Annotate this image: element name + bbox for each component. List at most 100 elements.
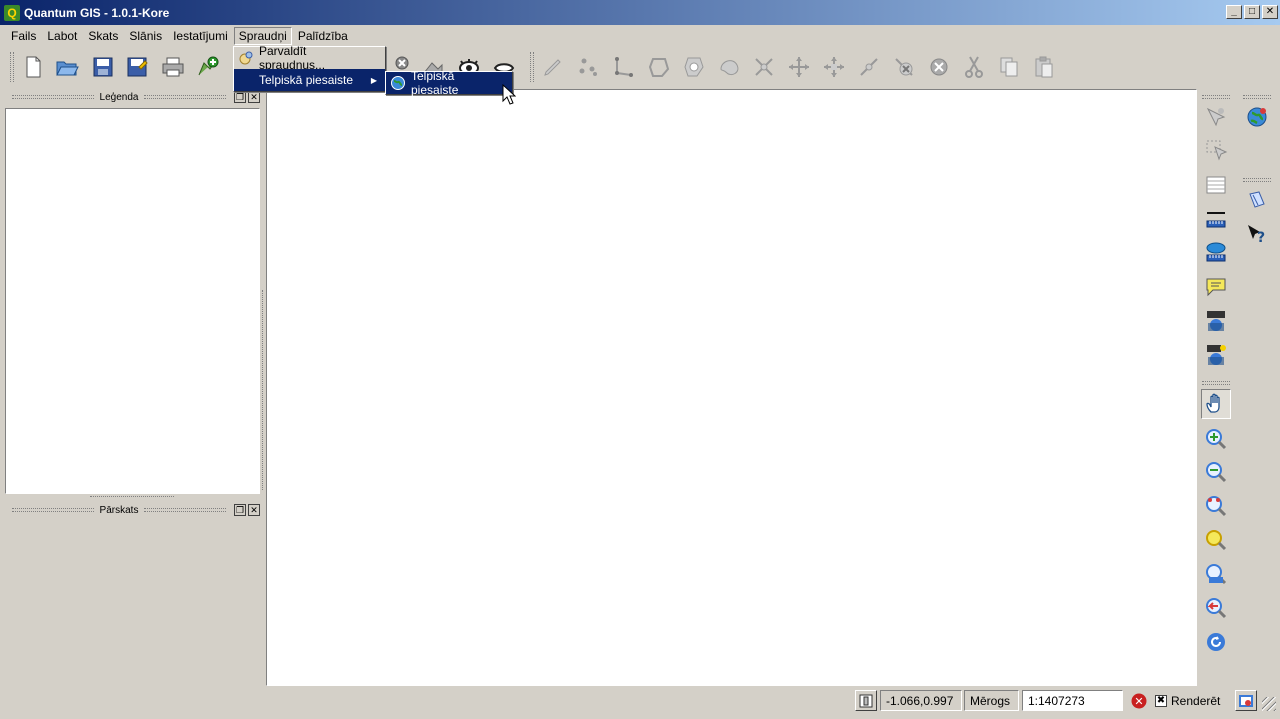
overview-float-button[interactable]: ❐: [234, 504, 246, 516]
main-toolbar: [0, 48, 1280, 88]
zoom-to-layer-icon[interactable]: [1201, 559, 1231, 589]
render-checkbox[interactable]: ✖: [1155, 694, 1167, 707]
projection-icon: [1239, 694, 1253, 707]
legend-panel[interactable]: [5, 108, 260, 494]
window-title: Quantum GIS - 1.0.1-Kore: [24, 5, 170, 20]
select-features-icon[interactable]: [1201, 135, 1231, 165]
menu-labot[interactable]: Labot: [42, 27, 82, 45]
nav-toolbar-grip[interactable]: [1202, 95, 1230, 99]
legend-close-button[interactable]: ✕: [248, 91, 260, 103]
whats-this-help-icon[interactable]: ?: [1242, 219, 1272, 249]
menu-item-manage-plugins[interactable]: Parvaldīt spraudņus...: [234, 44, 385, 72]
pan-hand-icon[interactable]: [1201, 389, 1231, 419]
zoom-to-selection-icon[interactable]: [1201, 491, 1231, 521]
plugin-manager-icon: [238, 50, 254, 66]
stop-render-button[interactable]: ✕: [1128, 690, 1150, 711]
georeferencer-menu-label: Telpiskā piesaiste: [259, 73, 354, 87]
print-icon[interactable]: [160, 54, 186, 80]
map-canvas[interactable]: [266, 89, 1197, 686]
add-vector-layer-icon[interactable]: [195, 54, 221, 80]
toolbar-grip-digitizing[interactable]: [530, 52, 534, 82]
map-tips-icon[interactable]: [1201, 272, 1231, 302]
copy-features-icon[interactable]: [996, 54, 1022, 80]
menu-item-georeferencer[interactable]: Telpiskā piesaiste ▶: [234, 69, 385, 91]
submenu-item-georeferencer[interactable]: Telpiskā piesaiste: [386, 69, 512, 97]
show-bookmarks-icon[interactable]: [1201, 340, 1231, 370]
overview-title-grip-left: [12, 508, 94, 512]
legend-title-grip-left: [12, 95, 94, 99]
delete-vertex-icon[interactable]: [891, 54, 917, 80]
menu-item-spacer: [238, 72, 254, 88]
new-project-icon[interactable]: [20, 54, 46, 80]
window-controls: _ □ ✕: [1226, 5, 1278, 19]
overview-title-grip-right: [144, 508, 226, 512]
minimize-button[interactable]: _: [1226, 5, 1242, 19]
split-features-icon[interactable]: [751, 54, 777, 80]
georeferencer-globe-icon: [390, 75, 406, 91]
menu-iestatijumi[interactable]: Iestatījumi: [168, 27, 233, 45]
projection-button[interactable]: [1235, 690, 1257, 711]
overview-title: Pārskats: [99, 504, 139, 516]
toggle-extents-button[interactable]: [855, 690, 877, 711]
help-toolbar-grip[interactable]: [1243, 178, 1271, 182]
capture-line-icon[interactable]: [611, 54, 637, 80]
submenu-arrow-icon: ▶: [370, 75, 377, 85]
add-ring-icon[interactable]: [681, 54, 707, 80]
overview-dock-title: Pārskats ❐ ✕: [6, 503, 260, 517]
paste-features-icon[interactable]: [1031, 54, 1057, 80]
menu-slanis[interactable]: Slānis: [124, 27, 167, 45]
zoom-in-icon[interactable]: [1201, 424, 1231, 454]
plugins-toolbar-grip[interactable]: [1243, 95, 1271, 99]
coordinates-display: -1.066,0.997: [880, 690, 962, 711]
identify-icon[interactable]: [1201, 102, 1231, 132]
render-toggle[interactable]: ✖ Renderēt: [1152, 690, 1230, 711]
refresh-icon[interactable]: [1201, 627, 1231, 657]
attribute-table-icon[interactable]: [1201, 170, 1231, 200]
zoom-full-icon[interactable]: [1201, 525, 1231, 555]
save-as-icon[interactable]: [124, 54, 150, 80]
toolbar-grip[interactable]: [10, 52, 14, 82]
save-project-icon[interactable]: [90, 54, 116, 80]
overview-close-button[interactable]: ✕: [248, 504, 260, 516]
add-vertex-icon[interactable]: [856, 54, 882, 80]
delete-selected-icon[interactable]: [926, 54, 952, 80]
menu-bar: Fails Labot Skats Slānis Iestatījumi Spr…: [0, 25, 1280, 46]
scale-input[interactable]: 1:1407273: [1022, 690, 1123, 711]
menu-fails[interactable]: Fails: [6, 27, 41, 45]
zoom-last-icon[interactable]: [1201, 593, 1231, 623]
resize-grip[interactable]: [1262, 697, 1276, 711]
move-vertex-icon[interactable]: [786, 54, 812, 80]
canvas-splitter[interactable]: [262, 290, 265, 490]
svg-text:?: ?: [1257, 230, 1265, 246]
cut-features-icon[interactable]: [961, 54, 987, 80]
open-project-icon[interactable]: [54, 54, 80, 80]
new-bookmark-icon[interactable]: [1201, 306, 1231, 336]
georeferencer-plugin-icon[interactable]: [1242, 102, 1272, 132]
maximize-button[interactable]: □: [1244, 5, 1260, 19]
stop-render-icon: ✕: [1131, 693, 1147, 708]
move-feature-icon[interactable]: [821, 54, 847, 80]
legend-float-button[interactable]: ❐: [234, 91, 246, 103]
dock-splitter[interactable]: [90, 496, 174, 499]
qgis-app-icon: Q: [4, 4, 20, 21]
add-island-icon[interactable]: [716, 54, 742, 80]
menu-skats[interactable]: Skats: [83, 27, 123, 45]
legend-dock-title: Leģenda ❐ ✕: [6, 90, 260, 104]
zoom-out-icon[interactable]: [1201, 457, 1231, 487]
menu-palidziba[interactable]: Palīdzība: [293, 27, 353, 45]
close-button[interactable]: ✕: [1262, 5, 1278, 19]
help-contents-icon[interactable]: [1242, 186, 1272, 216]
toggle-editing-icon[interactable]: [540, 54, 566, 80]
capture-point-icon[interactable]: [575, 54, 601, 80]
legend-title: Leģenda: [99, 91, 139, 103]
menu-spraudni[interactable]: Spraudņi: [233, 26, 292, 45]
status-bar: -1.066,0.997 Mērogs 1:1407273 ✕ ✖ Render…: [0, 689, 1280, 713]
capture-polygon-icon[interactable]: [646, 54, 672, 80]
measure-area-icon[interactable]: [1201, 238, 1231, 268]
manage-plugins-label: Parvaldīt spraudņus...: [259, 44, 326, 72]
stop-render-glyph: ✕: [1134, 695, 1143, 708]
georeferencer-submenu: Telpiskā piesaiste: [385, 69, 513, 97]
render-label: Renderēt: [1171, 693, 1221, 708]
zoom-toolbar-grip[interactable]: [1202, 381, 1230, 385]
measure-line-icon[interactable]: [1201, 205, 1231, 235]
